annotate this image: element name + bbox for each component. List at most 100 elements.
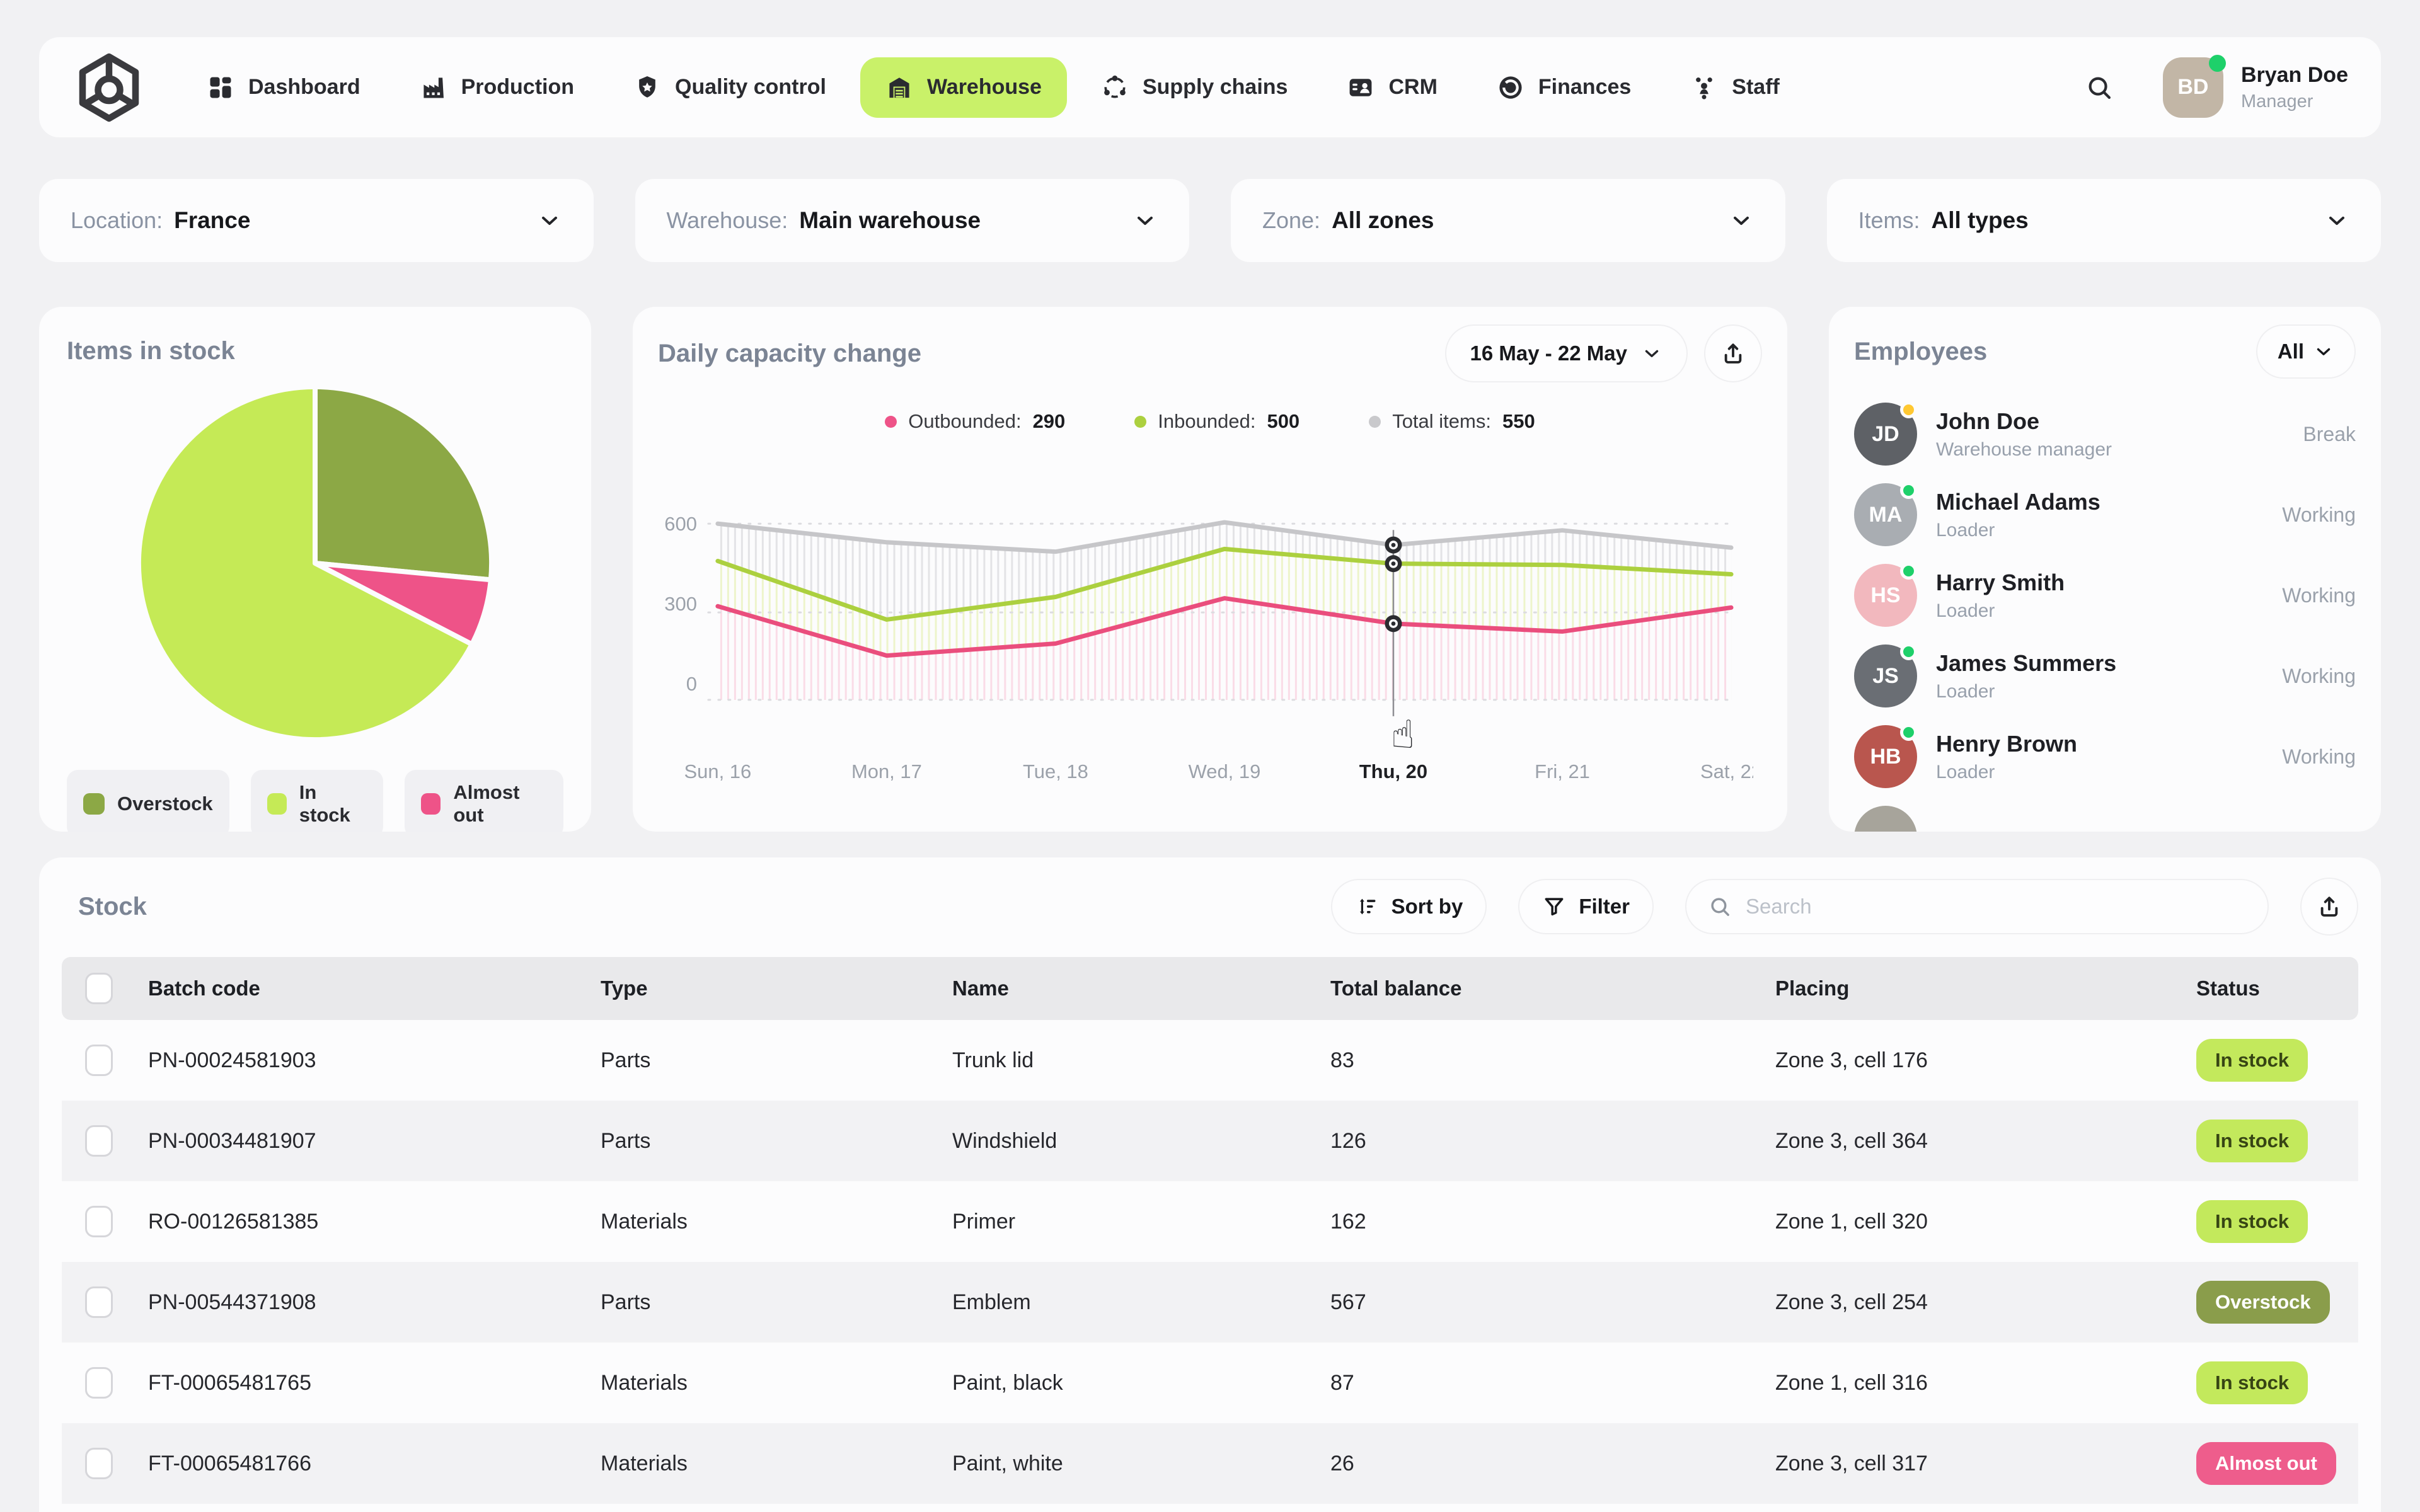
nav-item-staff[interactable]: Staff (1665, 57, 1805, 118)
cell-placing: Zone 3, cell 364 (1775, 1128, 1928, 1153)
filter-location[interactable]: Location: France (39, 179, 594, 262)
employee-name: Harry Smith (1936, 569, 2065, 595)
table-row-PN-00024581903[interactable]: PN-00024581903 Parts Trunk lid 83 Zone 3… (62, 1020, 2358, 1101)
row-checkbox[interactable] (85, 1286, 113, 1318)
status-dot (1900, 724, 1917, 741)
nav-item-finances[interactable]: Finances (1472, 57, 1656, 118)
column-header-batch-code[interactable]: Batch code (148, 976, 601, 1000)
daily-capacity-line-chart[interactable]: ☝ 600 300 0 Sun, 16 Mon, 17 Tue, 18 Wed, 19 Thu,… (658, 501, 1753, 797)
capacity-legend-outbounded: Outbounded: 290 (885, 410, 1065, 433)
capacity-legend-total-items: Total items: 550 (1369, 410, 1535, 433)
row-checkbox[interactable] (85, 1448, 113, 1479)
svg-text:600: 600 (664, 513, 697, 535)
employee-row-james-summers[interactable]: JS James Summers Loader Working (1854, 636, 2356, 716)
app-logo[interactable] (72, 48, 146, 127)
svg-text:Thu, 20: Thu, 20 (1359, 760, 1427, 782)
row-checkbox[interactable] (85, 1367, 113, 1399)
daily-capacity-card: Daily capacity change 16 May - 22 May Ou… (633, 307, 1787, 832)
avatar: JD (1854, 401, 1917, 466)
employee-row-john-doe[interactable]: JD John Doe Warehouse manager Break (1854, 394, 2356, 474)
status-dot (1900, 643, 1917, 660)
cursor-hand-icon: ☝ (1391, 713, 1415, 757)
cell-name: Trunk lid (952, 1048, 1034, 1072)
select-all-checkbox[interactable] (85, 973, 113, 1004)
avatar: JS (1854, 643, 1917, 707)
user-menu[interactable]: BD Bryan Doe Manager (2162, 54, 2348, 118)
column-header-placing[interactable]: Placing (1775, 976, 2196, 1000)
employee-row-henry-brown[interactable]: HB Henry Brown Loader Working (1854, 716, 2356, 797)
filter-warehouse[interactable]: Warehouse: Main warehouse (635, 179, 1189, 262)
top-nav: Dashboard Production Quality control Wareho… (39, 37, 2381, 137)
employee-row-partial (1854, 797, 2356, 832)
quality-control-icon (633, 74, 661, 101)
date-range-select[interactable]: 16 May - 22 May (1444, 324, 1688, 382)
status-dot (1900, 401, 1917, 418)
upload-icon (1724, 343, 1742, 364)
export-chart-button[interactable] (1704, 324, 1762, 382)
cell-batch-code: PN-00024581903 (148, 1048, 316, 1072)
table-row-FT-00065481765[interactable]: FT-00065481765 Materials Paint, black 87… (62, 1343, 2358, 1423)
nav-item-supply-chains[interactable]: Supply chains (1076, 57, 1313, 118)
export-table-button[interactable] (2300, 878, 2358, 936)
cell-total-balance: 83 (1330, 1048, 1354, 1072)
cell-batch-code: FT-00065481765 (148, 1370, 311, 1395)
employees-filter-select[interactable]: All (2256, 324, 2356, 379)
cell-name: Windshield (952, 1128, 1057, 1153)
nav-item-warehouse[interactable]: Warehouse (860, 57, 1067, 118)
pie-slice-overstock[interactable] (313, 384, 495, 583)
cell-type: Materials (601, 1451, 688, 1475)
cell-total-balance: 567 (1330, 1290, 1366, 1314)
user-name: Bryan Doe (2240, 62, 2348, 87)
main-nav: Dashboard Production Quality control Wareho… (182, 57, 1805, 118)
cell-placing: Zone 3, cell 317 (1775, 1451, 1928, 1475)
sort-icon (1359, 898, 1376, 915)
filter-button[interactable]: Filter (1518, 879, 1654, 934)
search-input[interactable] (1746, 895, 2246, 919)
table-header: Batch code Type Name Total balance Placing St… (62, 957, 2358, 1020)
employee-status: Working (2282, 745, 2356, 768)
row-checkbox[interactable] (85, 1045, 113, 1076)
filter-items[interactable]: Items: All types (1826, 179, 2381, 262)
finances-icon (1497, 74, 1524, 101)
table-row-PN-00034481907[interactable]: PN-00034481907 Parts Windshield 126 Zone… (62, 1101, 2358, 1181)
search-icon[interactable] (2085, 73, 2114, 102)
table-row-PN-00544371908[interactable]: PN-00544371908 Parts Emblem 567 Zone 3, … (62, 1262, 2358, 1343)
employee-row-michael-adams[interactable]: MA Michael Adams Loader Working (1854, 474, 2356, 555)
staff-icon (1690, 74, 1718, 101)
upload-icon (2320, 896, 2338, 917)
filter-zone[interactable]: Zone: All zones (1231, 179, 1785, 262)
row-checkbox[interactable] (85, 1125, 113, 1157)
row-checkbox[interactable] (85, 1206, 113, 1237)
svg-text:Fri, 21: Fri, 21 (1535, 760, 1590, 782)
nav-right: BD Bryan Doe Manager (2085, 54, 2348, 118)
chevron-down-icon (537, 208, 562, 233)
nav-item-quality-control[interactable]: Quality control (608, 57, 851, 118)
cell-name: Paint, black (952, 1370, 1063, 1395)
employee-role: Warehouse manager (1936, 438, 2112, 460)
cell-placing: Zone 1, cell 320 (1775, 1209, 1928, 1234)
employee-status: Working (2282, 664, 2356, 687)
column-header-total-balance[interactable]: Total balance (1330, 976, 1775, 1000)
nav-item-dashboard[interactable]: Dashboard (182, 57, 386, 118)
svg-text:300: 300 (664, 593, 697, 615)
status-dot (1900, 563, 1917, 580)
crm-icon (1347, 74, 1374, 101)
production-icon (420, 74, 447, 101)
table-row-RO-00126581385[interactable]: RO-00126581385 Materials Primer 162 Zone… (62, 1181, 2358, 1262)
svg-text:Sun, 16: Sun, 16 (684, 760, 752, 782)
avatar: MA (1854, 482, 1917, 546)
sort-by-button[interactable]: Sort by (1330, 879, 1487, 934)
items-in-stock-pie-chart[interactable] (127, 375, 503, 751)
table-row-FT-00065481766[interactable]: FT-00065481766 Materials Paint, white 26… (62, 1423, 2358, 1504)
legend-in-stock: In stock (250, 770, 384, 832)
employee-row-harry-smith[interactable]: HS Harry Smith Loader Working (1854, 555, 2356, 636)
cell-type: Parts (601, 1048, 651, 1072)
status-badge: In stock (2196, 1039, 2308, 1082)
column-header-status[interactable]: Status (2196, 976, 2358, 1000)
column-header-name[interactable]: Name (952, 976, 1330, 1000)
cell-batch-code: PN-00034481907 (148, 1128, 316, 1153)
employees-card: Employees All JD John Doe Warehouse mana… (1829, 307, 2381, 832)
nav-item-crm[interactable]: CRM (1322, 57, 1462, 118)
column-header-type[interactable]: Type (601, 976, 952, 1000)
nav-item-production[interactable]: Production (395, 57, 599, 118)
